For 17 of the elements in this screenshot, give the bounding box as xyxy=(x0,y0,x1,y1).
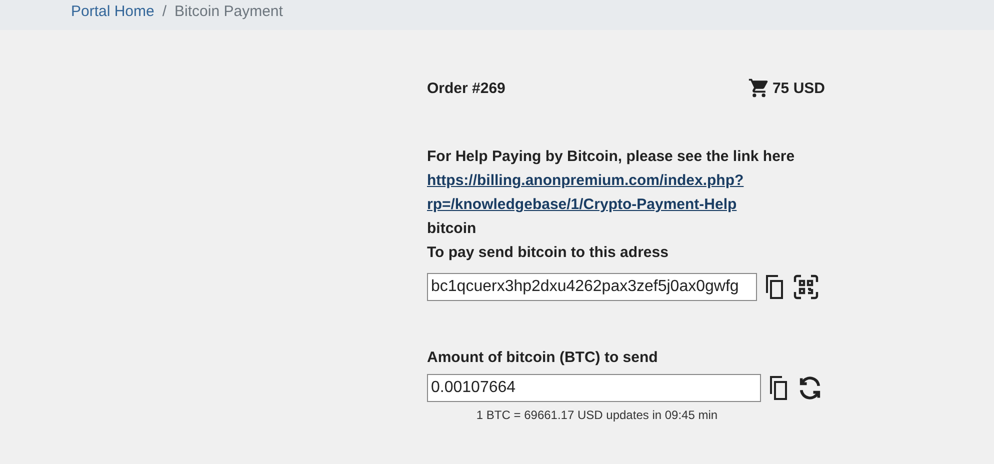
amount-label: Amount of bitcoin (BTC) to send xyxy=(427,349,659,366)
order-title: Order #269 xyxy=(427,80,506,96)
cart-icon xyxy=(748,77,770,99)
address-field[interactable]: bc1qcuerx3hp2dxu4262pax3zef5j0ax0gwfg xyxy=(427,273,757,301)
breadcrumb-separator: / xyxy=(162,2,167,20)
qr-code-icon[interactable] xyxy=(793,274,819,300)
refresh-icon[interactable] xyxy=(797,375,823,401)
help-text: For Help Paying by Bitcoin, please see the link here xyxy=(427,147,796,167)
help-link[interactable]: rp=/knowledgebase/1/Crypto-Payment-Help xyxy=(427,193,825,217)
breadcrumb-link[interactable]: Portal Home xyxy=(71,2,154,20)
order-total: 75 USD xyxy=(772,80,825,96)
coin-name: bitcoin xyxy=(427,219,478,239)
amount-field[interactable]: 0.00107664 xyxy=(427,374,761,402)
breadcrumb-current: Bitcoin Payment xyxy=(174,2,283,20)
exchange-rate-note: 1 BTC = 69661.17 USD updates in 09:45 min xyxy=(475,408,719,422)
help-link[interactable]: https://billing.anonpremium.com/index.php? xyxy=(427,169,825,193)
address-label: To pay send bitcoin to this adress xyxy=(427,243,670,263)
